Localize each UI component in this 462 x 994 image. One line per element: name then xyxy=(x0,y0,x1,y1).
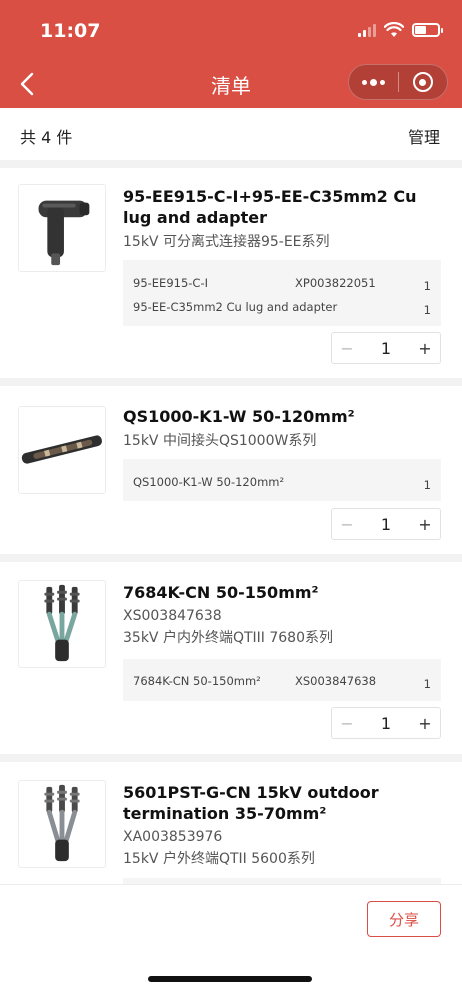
product-image[interactable] xyxy=(18,780,106,868)
product-name[interactable]: 5601PST-G-CN 15kV outdoor termination 35… xyxy=(123,782,442,824)
detail-sku: XP003822051 xyxy=(295,276,376,290)
list-item[interactable]: QS1000-K1-W 50-120mm² 15kV 中间接头QS1000W系列… xyxy=(0,386,462,554)
product-name[interactable]: 7684K-CN 50-150mm² xyxy=(123,582,442,603)
product-detail-box: QS1000-K1-W 50-120mm² 1 xyxy=(123,459,441,501)
quantity-stepper: − 1 + xyxy=(331,332,441,364)
quantity-stepper: − 1 + xyxy=(331,707,441,739)
detail-sku: XS003847638 xyxy=(295,674,377,688)
mini-program-capsule xyxy=(348,64,448,100)
more-dots-icon xyxy=(361,78,385,86)
list-summary-bar: 共 4 件 管理 xyxy=(0,108,462,160)
manage-button[interactable]: 管理 xyxy=(408,124,440,148)
product-image[interactable] xyxy=(18,406,106,494)
product-name[interactable]: QS1000-K1-W 50-120mm² xyxy=(123,406,442,427)
splice-joint-image xyxy=(21,435,102,464)
quantity-stepper: − 1 + xyxy=(331,508,441,540)
product-code: XS003847638 xyxy=(123,608,222,624)
product-series: 15kV 户外终端QTII 5600系列 xyxy=(123,851,315,867)
product-detail-box: 7684K-CN 50-150mm² XS003847638 1 xyxy=(123,659,441,701)
termination-kit-image xyxy=(44,584,80,662)
home-indicator xyxy=(148,976,312,982)
detail-model: 7684K-CN 50-150mm² xyxy=(133,674,261,688)
detail-model: 95-EE-C35mm2 Cu lug and adapter xyxy=(133,300,338,314)
product-series: 35kV 户内外终端QTIII 7680系列 xyxy=(123,630,333,646)
list-item[interactable]: 95-EE915-C-I +95-EE-C35mm2 Cu lug and ada… xyxy=(0,168,462,378)
more-button[interactable] xyxy=(349,65,398,99)
detail-model: QS1000-K1-W 50-120mm² xyxy=(133,475,285,489)
wifi-icon xyxy=(384,22,404,37)
decrease-button[interactable]: − xyxy=(332,339,362,358)
status-bar: 11:07 xyxy=(0,0,462,60)
product-series: 15kV 中间接头QS1000W系列 xyxy=(123,433,317,449)
app-header: 11:07 清单 xyxy=(0,0,462,108)
elbow-connector-image xyxy=(38,200,90,266)
increase-button[interactable]: + xyxy=(410,515,440,534)
battery-icon xyxy=(412,23,443,37)
detail-model: 95-EE915-C-I xyxy=(133,276,208,290)
detail-qty: 1 xyxy=(423,478,431,492)
increase-button[interactable]: + xyxy=(410,714,440,733)
increase-button[interactable]: + xyxy=(410,339,440,358)
target-circle-icon xyxy=(412,72,433,92)
decrease-button[interactable]: − xyxy=(332,515,362,534)
quantity-value[interactable]: 1 xyxy=(362,339,410,358)
detail-qty: 1 xyxy=(423,677,431,691)
list-item[interactable]: 5601PST-G-CN 15kV outdoor termination 35… xyxy=(0,762,462,884)
status-icons xyxy=(358,22,443,38)
product-name[interactable]: 95-EE915-C-I+95-EE-C35mm2 Cu lug and ada… xyxy=(123,186,442,228)
item-count: 共 4 件 xyxy=(20,128,73,147)
close-mini-program-button[interactable] xyxy=(399,65,448,99)
cellular-signal-icon xyxy=(358,23,376,37)
quantity-value[interactable]: 1 xyxy=(362,714,410,733)
product-image[interactable] xyxy=(18,184,106,272)
detail-qty: 1 xyxy=(423,279,431,293)
product-code: XA003853976 xyxy=(123,829,223,845)
product-detail-box: 95-EE915-C-I XP003822051 1 95-EE-C35mm2 … xyxy=(123,260,441,326)
bottom-action-bar: 分享 xyxy=(0,884,462,994)
detail-qty: 1 xyxy=(423,303,431,317)
list-item[interactable]: 7684K-CN 50-150mm² XS003847638 35kV 户内外终… xyxy=(0,562,462,754)
navigation-bar: 清单 xyxy=(0,60,462,108)
outdoor-termination-image xyxy=(44,784,80,862)
quantity-value[interactable]: 1 xyxy=(362,515,410,534)
product-series: 15kV 可分离式连接器95-EE系列 xyxy=(123,234,330,250)
status-time: 11:07 xyxy=(40,20,101,42)
decrease-button[interactable]: − xyxy=(332,714,362,733)
share-button[interactable]: 分享 xyxy=(367,901,441,937)
product-image[interactable] xyxy=(18,580,106,668)
